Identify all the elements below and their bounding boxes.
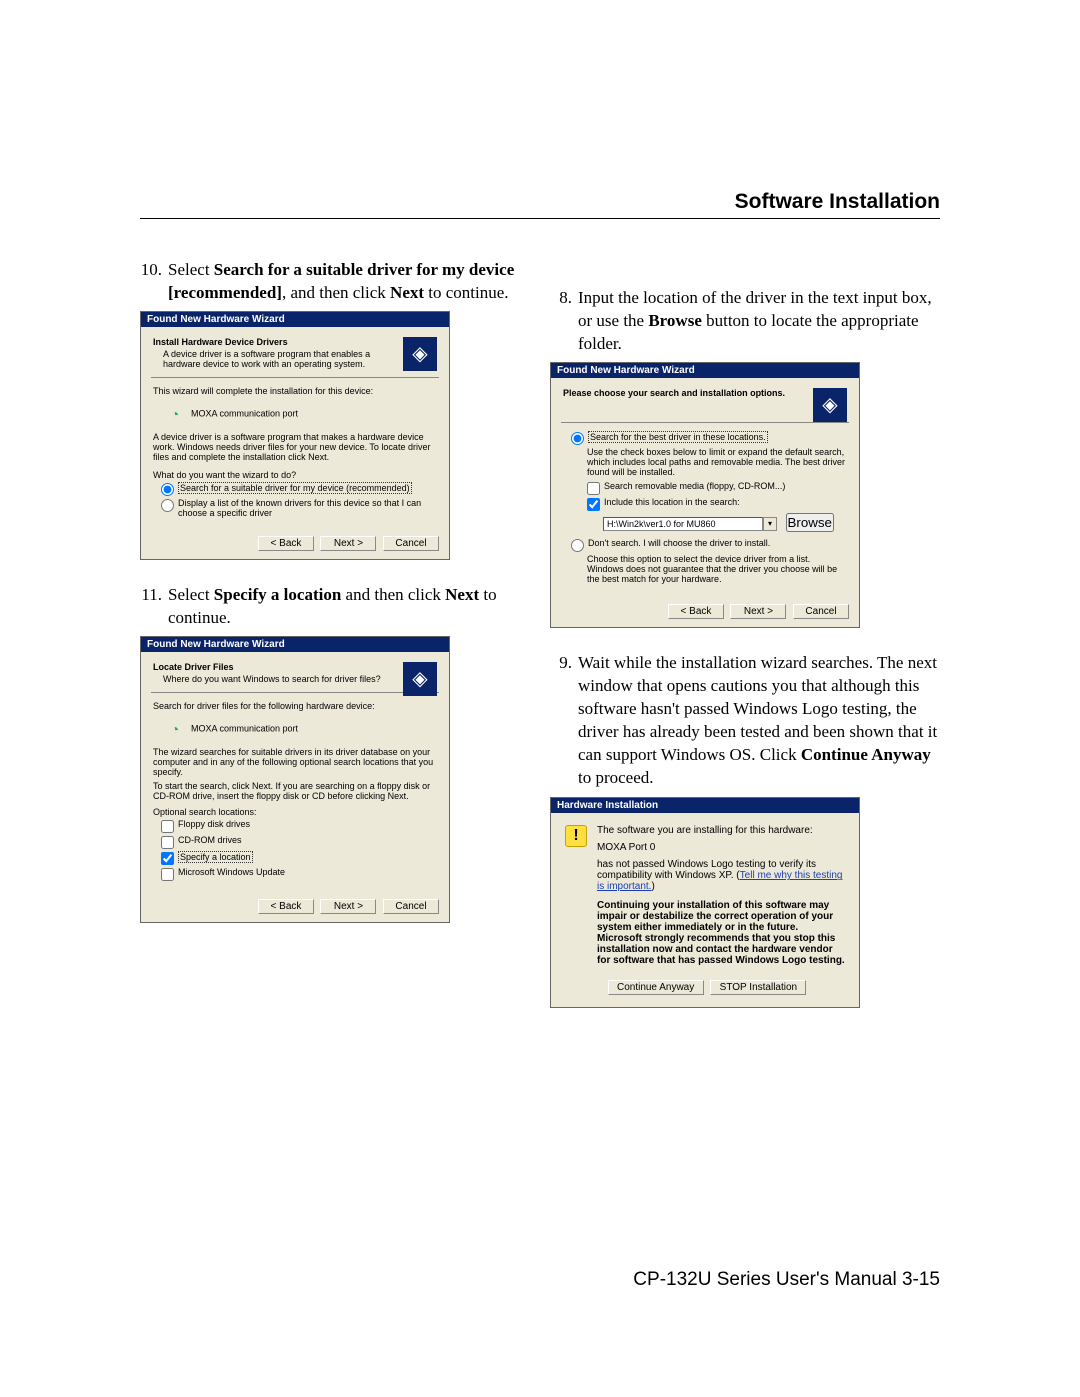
wizard-icon: ◈	[403, 662, 437, 696]
radio-dont-search[interactable]	[571, 539, 584, 552]
back-button[interactable]: < Back	[258, 536, 314, 551]
step-9: 9. Wait while the installation wizard se…	[550, 652, 940, 790]
radio-search-suitable[interactable]	[161, 483, 174, 496]
wizard-icon: ◈	[403, 337, 437, 371]
check-cdrom[interactable]	[161, 836, 174, 849]
check-include-location[interactable]	[587, 498, 600, 511]
dropdown-arrow-icon[interactable]: ▾	[763, 517, 777, 531]
left-column: 10. Select Search for a suitable driver …	[140, 259, 530, 1008]
dialog-titlebar: Found New Hardware Wizard	[141, 312, 449, 327]
dialog-titlebar: Found New Hardware Wizard	[141, 637, 449, 652]
device-icon: ◔	[163, 402, 187, 426]
wizard-dialog-search-options: Found New Hardware Wizard ◈ Please choos…	[550, 362, 860, 628]
dialog-titlebar: Hardware Installation	[551, 798, 859, 813]
check-removable-media[interactable]	[587, 482, 600, 495]
next-button[interactable]: Next >	[320, 536, 376, 551]
check-windows-update[interactable]	[161, 868, 174, 881]
continue-anyway-button[interactable]: Continue Anyway	[608, 980, 704, 995]
path-input[interactable]: H:\Win2k\ver1.0 for MU860	[603, 517, 763, 531]
warning-icon: !	[565, 825, 587, 847]
section-header: Software Installation	[140, 190, 940, 219]
page-footer: CP-132U Series User's Manual 3-15	[633, 1269, 940, 1291]
step-8: 8. Input the location of the driver in t…	[550, 287, 940, 356]
radio-search-best[interactable]	[571, 432, 584, 445]
stop-installation-button[interactable]: STOP Installation	[710, 980, 806, 995]
hardware-installation-warning: Hardware Installation ! The software you…	[550, 797, 860, 1008]
check-floppy[interactable]	[161, 820, 174, 833]
dialog-titlebar: Found New Hardware Wizard	[551, 363, 859, 378]
step-10: 10. Select Search for a suitable driver …	[140, 259, 530, 305]
wizard-icon: ◈	[813, 388, 847, 422]
cancel-button[interactable]: Cancel	[383, 536, 439, 551]
device-icon: ◔	[163, 717, 187, 741]
back-button[interactable]: < Back	[668, 604, 724, 619]
page-title: Software Installation	[140, 190, 940, 214]
cancel-button[interactable]: Cancel	[793, 604, 849, 619]
browse-button[interactable]: Browse	[786, 513, 834, 532]
cancel-button[interactable]: Cancel	[383, 899, 439, 914]
step-11: 11. Select Specify a location and then c…	[140, 584, 530, 630]
next-button[interactable]: Next >	[320, 899, 376, 914]
wizard-dialog-install-drivers: Found New Hardware Wizard ◈ Install Hard…	[140, 311, 450, 560]
wizard-dialog-locate-files: Found New Hardware Wizard ◈ Locate Drive…	[140, 636, 450, 923]
radio-display-list[interactable]	[161, 499, 174, 512]
next-button[interactable]: Next >	[730, 604, 786, 619]
check-specify-location[interactable]	[161, 852, 174, 865]
right-column: 8. Input the location of the driver in t…	[550, 259, 940, 1008]
back-button[interactable]: < Back	[258, 899, 314, 914]
